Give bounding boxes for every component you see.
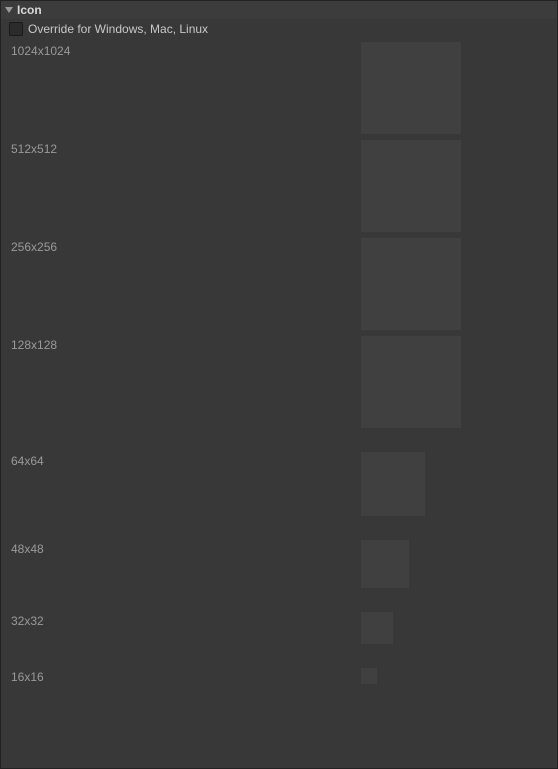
section-title: Icon <box>17 3 42 17</box>
icon-row: 1024x1024 <box>11 42 549 134</box>
icon-row: 64x64 <box>11 452 549 516</box>
icon-section-header[interactable]: Icon <box>1 1 557 19</box>
icon-row: 16x16 <box>11 668 549 684</box>
size-label: 1024x1024 <box>11 42 361 58</box>
size-label: 48x48 <box>11 540 361 556</box>
icon-size-list: 1024x1024 512x512 256x256 128x128 64x64 … <box>1 42 557 684</box>
icon-row: 48x48 <box>11 540 549 588</box>
icon-preview-slot[interactable] <box>361 238 461 330</box>
override-row: Override for Windows, Mac, Linux <box>1 19 557 42</box>
icon-preview-slot[interactable] <box>361 540 409 588</box>
size-label: 32x32 <box>11 612 361 628</box>
size-label: 256x256 <box>11 238 361 254</box>
foldout-arrow-icon <box>5 7 13 13</box>
size-label: 64x64 <box>11 452 361 468</box>
override-checkbox[interactable] <box>9 22 23 36</box>
icon-preview-slot[interactable] <box>361 336 461 428</box>
icon-preview-slot[interactable] <box>361 140 461 232</box>
icon-row: 512x512 <box>11 140 549 232</box>
size-label: 16x16 <box>11 668 361 684</box>
override-label: Override for Windows, Mac, Linux <box>28 22 208 36</box>
icon-preview-slot[interactable] <box>361 668 377 684</box>
size-label: 128x128 <box>11 336 361 352</box>
icon-row: 32x32 <box>11 612 549 644</box>
size-label: 512x512 <box>11 140 361 156</box>
icon-row: 256x256 <box>11 238 549 330</box>
icon-preview-slot[interactable] <box>361 42 461 134</box>
icon-preview-slot[interactable] <box>361 612 393 644</box>
icon-preview-slot[interactable] <box>361 452 425 516</box>
icon-row: 128x128 <box>11 336 549 428</box>
